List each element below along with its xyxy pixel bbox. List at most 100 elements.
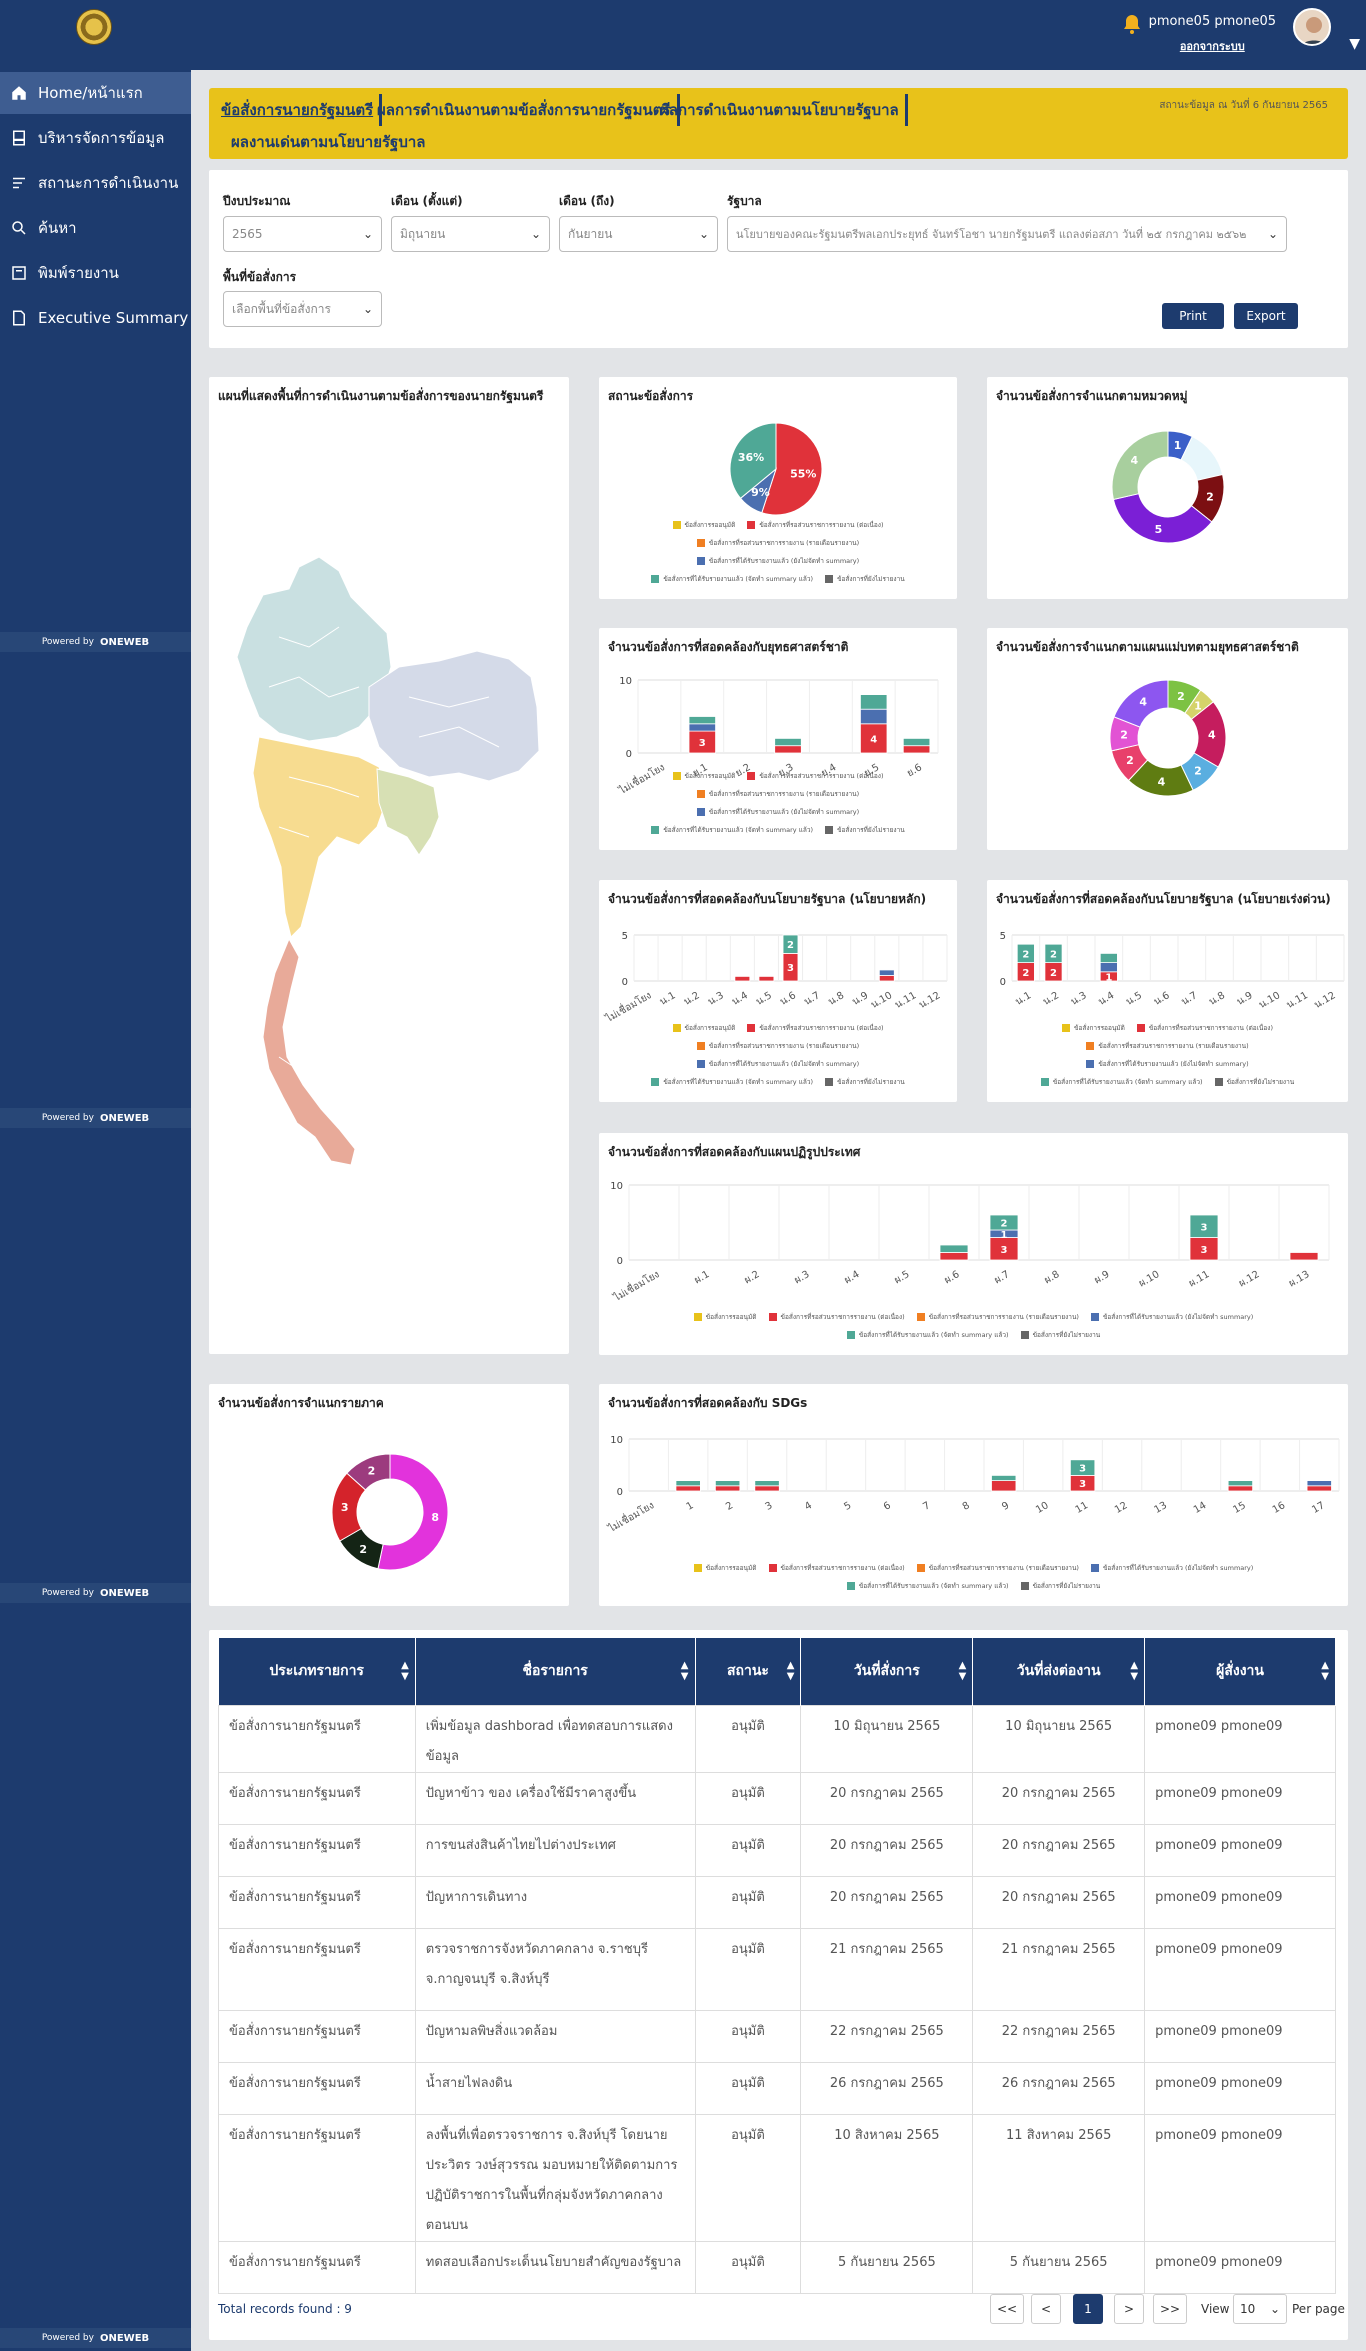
sort-icon[interactable]: ▲ ▼ xyxy=(1130,1660,1138,1682)
legend-item[interactable]: ข้อสั่งการที่ได้รับรายงานแล้ว (จัดทำ sum… xyxy=(1040,1074,1203,1090)
table-row[interactable]: ข้อสั่งการนายกรัฐมนตรี ทดสอบเลือกประเด็นน… xyxy=(218,2240,1336,2294)
sort-icon[interactable]: ▲ ▼ xyxy=(1321,1660,1329,1682)
column-header[interactable]: ผู้สั่งงาน ▲ ▼ xyxy=(1144,1638,1336,1705)
master_plan-chart[interactable]: 21424224 xyxy=(987,628,1347,848)
sdgs-bar-segment[interactable] xyxy=(1227,1480,1254,1487)
legend-item[interactable]: ข้อสั่งการที่ได้รับรายงานแล้ว (จัดทำ sum… xyxy=(651,822,813,838)
print-button[interactable]: Print xyxy=(1162,303,1224,329)
sidebar-item-1[interactable]: บริหารจัดการข้อมูล xyxy=(0,117,191,159)
tab-pm-orders[interactable]: ข้อสั่งการนายกรัฐมนตรี xyxy=(215,94,383,126)
page-1-button[interactable]: 1 xyxy=(1073,2294,1103,2324)
gov_urgent-bar-segment[interactable] xyxy=(1099,962,1118,973)
table-row[interactable]: ข้อสั่งการนายกรัฐมนตรี ลงพื้นที่เพื่อตรวจ… xyxy=(218,2113,1336,2242)
chevron-down-icon[interactable]: ▼ xyxy=(1349,36,1360,52)
strategy-bar-segment[interactable] xyxy=(688,723,716,732)
legend-item[interactable]: ข้อสั่งการที่รอส่วนราชการรายงาน (ต่อเนื่… xyxy=(747,768,884,784)
column-header[interactable]: ชื่อรายการ ▲ ▼ xyxy=(415,1638,696,1705)
sdgs-bar-segment[interactable] xyxy=(1227,1485,1254,1492)
strategy-bar-segment[interactable] xyxy=(860,708,888,725)
column-header[interactable]: ประเภทรายการ ▲ ▼ xyxy=(218,1638,416,1705)
legend-item[interactable]: ข้อสั่งการที่ได้รับรายงานแล้ว (จัดทำ sum… xyxy=(651,1074,813,1090)
sdgs-bar-segment[interactable] xyxy=(1306,1480,1332,1487)
month-to-select[interactable]: กันยายน ⌄ xyxy=(559,216,718,252)
legend-item[interactable]: ข้อสั่งการรออนุมัติ xyxy=(672,768,735,784)
year-select[interactable]: 2565 ⌄ xyxy=(223,216,382,252)
first-page-button[interactable]: << xyxy=(990,2294,1024,2324)
sdgs-bar-segment[interactable] xyxy=(1306,1485,1332,1492)
strategy-bar-segment[interactable] xyxy=(902,745,931,754)
legend-item[interactable]: ข้อสั่งการรออนุมัติ xyxy=(672,1020,735,1036)
strategy-bar-segment[interactable] xyxy=(688,716,716,725)
table-row[interactable]: ข้อสั่งการนายกรัฐมนตรี ปัญหามลพิษสิ่งแวดล… xyxy=(218,2009,1336,2063)
sidebar-item-2[interactable]: สถานะการดำเนินงาน xyxy=(0,162,191,204)
gov_main-chart[interactable]: 50ไม่เชื่อมโยง น.1 น.2 น.3 น.4 น.5 น.632น.7 น.8… xyxy=(599,880,967,1031)
sdgs-bar-segment[interactable] xyxy=(991,1475,1017,1482)
legend-item[interactable]: ข้อสั่งการที่ยังไม่รายงาน xyxy=(1020,1578,1100,1594)
sdgs-bar-segment[interactable] xyxy=(714,1480,741,1487)
table-row[interactable]: ข้อสั่งการนายกรัฐมนตรี ปัญหาการเดินทาง อนุ… xyxy=(218,1875,1336,1929)
strategy-bar-segment[interactable] xyxy=(774,745,802,754)
legend-item[interactable]: ข้อสั่งการที่รอส่วนราชการรายงาน (ต่อเนื่… xyxy=(768,1309,905,1325)
sort-icon[interactable]: ▲ ▼ xyxy=(401,1660,409,1682)
export-button[interactable]: Export xyxy=(1234,303,1298,329)
sdgs-bar-segment[interactable] xyxy=(675,1485,701,1492)
column-header[interactable]: วันที่ส่งต่องาน ▲ ▼ xyxy=(972,1638,1146,1705)
category-slice-4[interactable] xyxy=(1111,430,1169,501)
legend-item[interactable]: ข้อสั่งการที่ได้รับรายงานแล้ว (จัดทำ sum… xyxy=(846,1327,1009,1343)
government-select[interactable]: นโยบายของคณะรัฐมนตรีพลเอกประยุทธ์ จันทร์… xyxy=(727,216,1287,252)
sort-icon[interactable]: ▲ ▼ xyxy=(681,1660,689,1682)
sdgs-chart[interactable]: 100ไม่เชื่อมโยง 1 2 3 4 5 6 7 8 9 10 113312 13 14 15 16… xyxy=(599,1384,1359,1541)
legend-item[interactable]: ข้อสั่งการที่รอส่วนราชการรายงาน (รายเดือ… xyxy=(696,1038,859,1054)
reform-chart[interactable]: 10 0ไม่เชื่อมโยง ผ.1 ผ.2 ผ.3 ผ.4 ผ.5 ผ.6 ผ.7 3 12 ผ… xyxy=(599,1133,1349,1310)
sdgs-bar-segment[interactable] xyxy=(754,1485,780,1492)
legend-item[interactable]: ข้อสั่งการที่ได้รับรายงานแล้ว (ยังไม่จัด… xyxy=(1086,1056,1249,1072)
legend-item[interactable]: ข้อสั่งการที่รอส่วนราชการรายงาน (รายเดือ… xyxy=(1086,1038,1249,1054)
legend-item[interactable]: ข้อสั่งการที่รอส่วนราชการรายงาน (รายเดือ… xyxy=(916,1309,1079,1325)
table-row[interactable]: ข้อสั่งการนายกรัฐมนตรี การขนส่งสินค้าไทยไ… xyxy=(218,1823,1336,1877)
legend-item[interactable]: ข้อสั่งการที่ยังไม่รายงาน xyxy=(825,1074,905,1090)
legend-item[interactable]: ข้อสั่งการรออนุมัติ xyxy=(1062,1020,1125,1036)
thailand-map[interactable] xyxy=(219,537,559,1177)
gov_main-bar-segment[interactable] xyxy=(878,969,895,976)
reform-bar-segment[interactable] xyxy=(939,1252,969,1261)
area-select[interactable]: เลือกพื้นที่ข้อสั่งการ ⌄ xyxy=(223,291,382,327)
sdgs-bar-segment[interactable] xyxy=(754,1480,780,1487)
tab-pm-orders-results[interactable]: ผลการดำเนินงานตามข้อสั่งการนายกรัฐมนตรี xyxy=(371,94,680,126)
gov_main-bar-segment[interactable] xyxy=(734,976,751,982)
column-header[interactable]: วันที่สั่งการ ▲ ▼ xyxy=(800,1638,974,1705)
logout-link[interactable]: ออกจากระบบ xyxy=(1149,37,1276,55)
avatar[interactable] xyxy=(1293,8,1331,46)
table-row[interactable]: ข้อสั่งการนายกรัฐมนตรี น้ำสายไฟลงดิน อนุมั… xyxy=(218,2061,1336,2115)
legend-item[interactable]: ข้อสั่งการที่ยังไม่รายงาน xyxy=(1020,1327,1100,1343)
legend-item[interactable]: ข้อสั่งการรออนุมัติ xyxy=(672,517,735,533)
legend-item[interactable]: ข้อสั่งการที่ได้รับรายงานแล้ว (ยังไม่จัด… xyxy=(1090,1309,1253,1325)
tab-policy-highlights[interactable]: ผลงานเด่นตามนโยบายรัฐบาล xyxy=(225,126,431,158)
legend-item[interactable]: ข้อสั่งการรออนุมัติ xyxy=(693,1309,757,1325)
government-seal-logo[interactable] xyxy=(76,9,112,45)
legend-item[interactable]: ข้อสั่งการที่ยังไม่รายงาน xyxy=(825,822,905,838)
legend-item[interactable]: ข้อสั่งการที่ได้รับรายงานแล้ว (ยังไม่จัด… xyxy=(696,1056,859,1072)
legend-item[interactable]: ข้อสั่งการที่รอส่วนราชการรายงาน (รายเดือ… xyxy=(696,535,859,551)
legend-item[interactable]: ข้อสั่งการที่ยังไม่รายงาน xyxy=(1214,1074,1294,1090)
sidebar-item-3[interactable]: ค้นหา xyxy=(0,207,191,249)
sdgs-bar-segment[interactable] xyxy=(675,1480,701,1487)
table-row[interactable]: ข้อสั่งการนายกรัฐมนตรี ปัญหาข้าว ของ เครื… xyxy=(218,1771,1336,1825)
sdgs-bar-segment[interactable] xyxy=(714,1485,741,1492)
last-page-button[interactable]: >> xyxy=(1153,2294,1187,2324)
bell-icon[interactable] xyxy=(1120,12,1144,40)
category-chart[interactable]: 1 2 5 4 xyxy=(987,377,1347,597)
sort-icon[interactable]: ▲ ▼ xyxy=(787,1660,795,1682)
legend-item[interactable]: ข้อสั่งการรออนุมัติ xyxy=(693,1560,757,1576)
legend-item[interactable]: ข้อสั่งการที่ได้รับรายงานแล้ว (ยังไม่จัด… xyxy=(1090,1560,1253,1576)
prev-page-button[interactable]: < xyxy=(1031,2294,1061,2324)
region-chart[interactable]: 8 2 3 2 xyxy=(209,1384,569,1604)
next-page-button[interactable]: > xyxy=(1114,2294,1144,2324)
legend-item[interactable]: ข้อสั่งการที่รอส่วนราชการรายงาน (ต่อเนื่… xyxy=(747,517,884,533)
sidebar-item-5[interactable]: Executive Summary xyxy=(0,297,191,339)
legend-item[interactable]: ข้อสั่งการที่ได้รับรายงานแล้ว (จัดทำ sum… xyxy=(651,571,813,587)
tab-policy-results[interactable]: ผลการดำเนินงานตามนโยบายรัฐบาล xyxy=(654,94,908,126)
strategy-bar-segment[interactable] xyxy=(902,738,931,747)
legend-item[interactable]: ข้อสั่งการที่ได้รับรายงานแล้ว (จัดทำ sum… xyxy=(846,1578,1009,1594)
sidebar-item-0[interactable]: Home/หน้าแรก xyxy=(0,72,191,114)
gov_main-bar-segment[interactable] xyxy=(878,975,895,982)
